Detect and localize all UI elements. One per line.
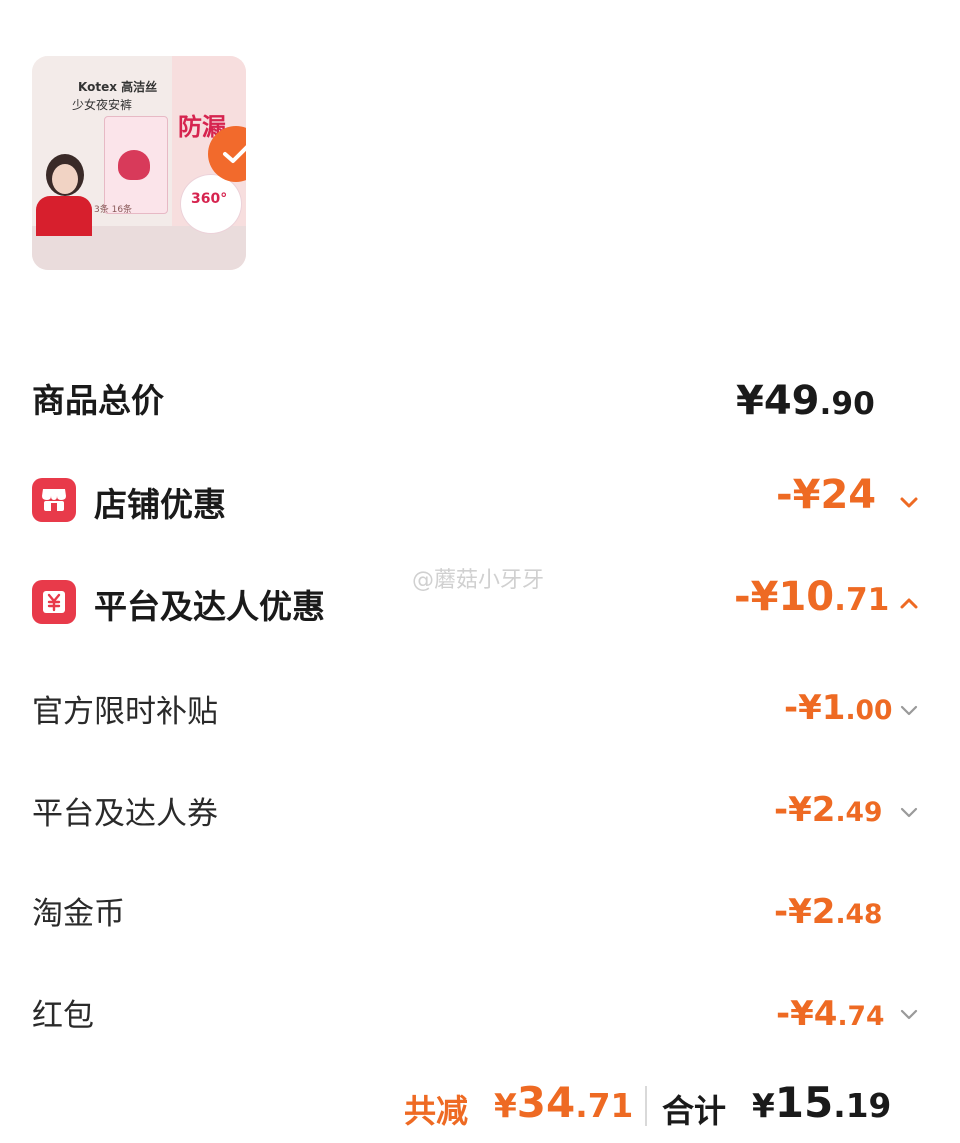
sub-discount-int: 1 xyxy=(821,688,846,728)
platform-discount-dec: .71 xyxy=(834,582,890,618)
sub-discount-value-coins: -¥2.48 xyxy=(774,892,882,932)
sub-discount-sign: -¥ xyxy=(774,892,812,932)
chevron-down-icon[interactable] xyxy=(898,700,920,722)
sub-discount-value-subsidy[interactable]: -¥1.00 xyxy=(784,688,892,728)
shop-discount-int: 24 xyxy=(820,472,877,518)
shop-icon xyxy=(32,478,76,522)
yuan-coupon-icon xyxy=(32,580,76,624)
reduction-int: 34 xyxy=(516,1078,576,1127)
sub-discount-dec: .48 xyxy=(835,899,883,930)
reduction-dec: .71 xyxy=(575,1087,634,1125)
sub-discount-label-coins: 淘金币 xyxy=(32,896,125,932)
grand-total-int: 15 xyxy=(774,1078,834,1127)
total-price-label: 商品总价 xyxy=(32,381,164,420)
sub-discount-dec: .49 xyxy=(835,797,883,828)
total-dec: .90 xyxy=(819,386,875,422)
platform-discount-int: 10 xyxy=(778,574,835,620)
sub-discount-value-coupon[interactable]: -¥2.49 xyxy=(774,790,882,830)
chevron-down-icon[interactable] xyxy=(898,802,920,824)
product-name: 少女夜安裤 xyxy=(72,98,133,112)
grand-total-sign: ¥ xyxy=(752,1087,775,1125)
badge-360: 360° xyxy=(180,174,242,234)
product-brand: Kotex 高洁丝 xyxy=(78,80,158,94)
grand-total-label: 合计 xyxy=(662,1092,727,1130)
sub-discount-label-coupon: 平台及达人券 xyxy=(32,796,218,832)
reduction-sign: ¥ xyxy=(494,1087,517,1125)
shop-discount-sign: -¥ xyxy=(776,472,821,518)
sub-discount-dec: .00 xyxy=(845,695,893,726)
total-price-value: ¥49.90 xyxy=(736,378,875,424)
chevron-up-icon[interactable] xyxy=(898,592,920,614)
model-face xyxy=(52,164,78,194)
product-thumbnail[interactable]: Kotex 高洁丝 少女夜安裤 防漏 360° 3条 16条 xyxy=(32,56,246,270)
product-count: 3条 16条 xyxy=(94,205,133,215)
watermark: @蘑菇小牙牙 xyxy=(412,568,545,593)
sub-discount-sign: -¥ xyxy=(784,688,822,728)
sub-discount-label-redpacket: 红包 xyxy=(32,998,94,1034)
total-int: 49 xyxy=(763,378,820,424)
sub-discount-int: 2 xyxy=(811,790,836,830)
grand-total-value: ¥15.19 xyxy=(752,1078,891,1127)
sub-discount-dec: .74 xyxy=(837,1001,885,1032)
total-currency: ¥ xyxy=(736,378,764,424)
sub-discount-sign: -¥ xyxy=(776,994,814,1034)
shop-discount-value[interactable]: -¥24 xyxy=(776,472,876,518)
total-reduction-value: ¥34.71 xyxy=(494,1078,633,1127)
platform-discount-sign: -¥ xyxy=(734,574,779,620)
sub-discount-value-redpacket[interactable]: -¥4.74 xyxy=(776,994,884,1034)
sub-discount-label-subsidy: 官方限时补贴 xyxy=(32,694,218,730)
chevron-down-icon[interactable] xyxy=(898,492,920,514)
total-reduction-label: 共减 xyxy=(404,1092,469,1130)
chevron-down-icon[interactable] xyxy=(898,1004,920,1026)
pack-heart-graphic xyxy=(118,150,150,180)
badge-360-text: 360° xyxy=(191,191,228,207)
grand-total-dec: .19 xyxy=(833,1087,892,1125)
sub-discount-int: 2 xyxy=(811,892,836,932)
model-dress xyxy=(36,196,92,236)
shop-discount-label: 店铺优惠 xyxy=(94,485,226,524)
sub-discount-int: 4 xyxy=(813,994,838,1034)
summary-divider xyxy=(645,1086,647,1126)
platform-discount-value[interactable]: -¥10.71 xyxy=(734,574,889,620)
sub-discount-sign: -¥ xyxy=(774,790,812,830)
platform-discount-label: 平台及达人优惠 xyxy=(94,587,325,626)
